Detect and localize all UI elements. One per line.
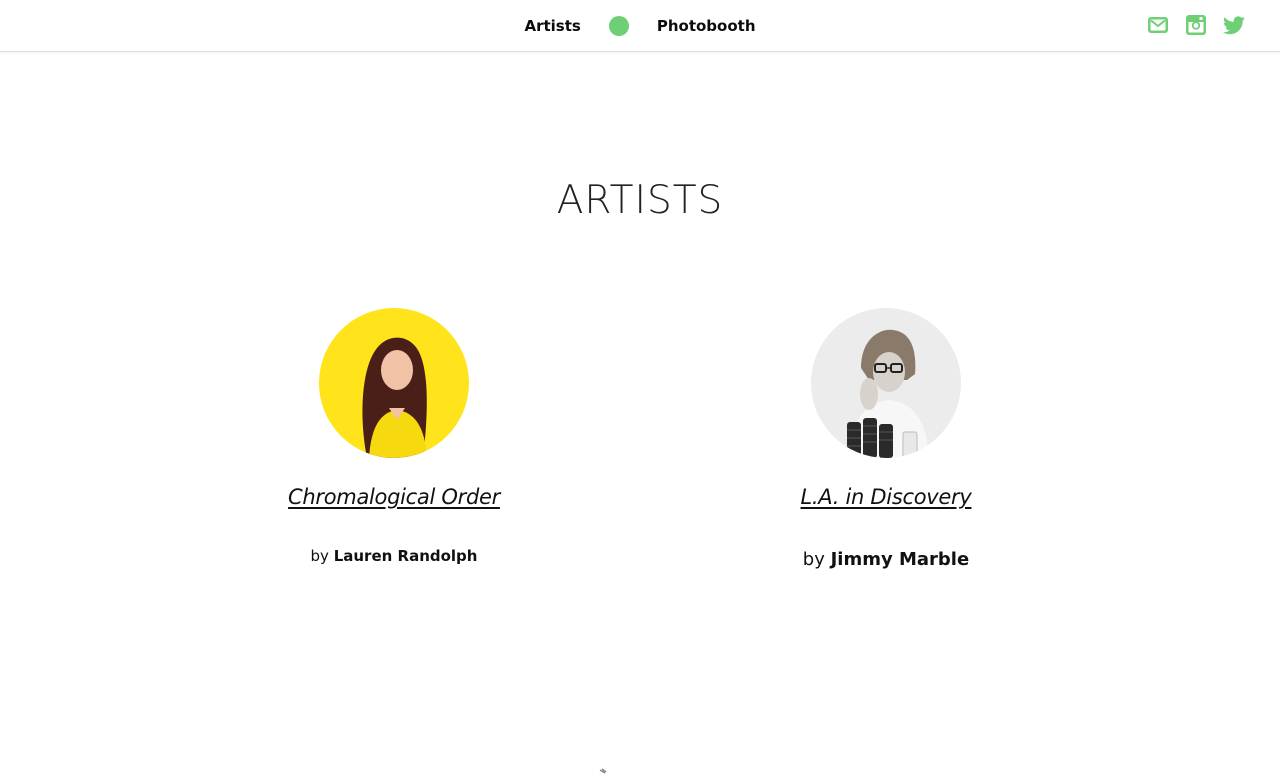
artist-card: Chromalogical Order by Lauren Randolph — [194, 308, 594, 565]
nav-link-photobooth[interactable]: Photobooth — [657, 17, 756, 35]
artist-card: L.A. in Discovery by Jimmy Marble — [686, 308, 1086, 570]
artist-name: Lauren Randolph — [333, 547, 478, 565]
byline-prefix: by — [802, 549, 825, 570]
page-title: ARTISTS — [556, 178, 724, 223]
nav-dot-logo[interactable] — [608, 16, 629, 36]
loading-spinner-icon — [599, 768, 607, 774]
mail-icon[interactable] — [1146, 13, 1170, 37]
twitter-icon[interactable] — [1222, 13, 1246, 37]
byline-prefix: by — [310, 547, 329, 565]
artist-avatar[interactable] — [811, 308, 961, 458]
main-nav: Artists Photobooth — [0, 0, 1280, 52]
collection-title-link[interactable]: L.A. in Discovery — [801, 485, 972, 509]
artist-byline: by Lauren Randolph — [194, 547, 594, 565]
artist-byline: by Jimmy Marble — [686, 549, 1086, 570]
portrait-image — [319, 308, 469, 458]
collection-title-link[interactable]: Chromalogical Order — [288, 485, 500, 509]
artist-name: Jimmy Marble — [830, 549, 970, 570]
portrait-image — [811, 308, 961, 458]
instagram-icon[interactable] — [1184, 13, 1208, 37]
nav-link-artists[interactable]: Artists — [524, 17, 580, 35]
social-links — [1146, 13, 1246, 37]
artist-avatar[interactable] — [319, 308, 469, 458]
top-navigation-bar: Artists Photobooth — [0, 0, 1280, 52]
